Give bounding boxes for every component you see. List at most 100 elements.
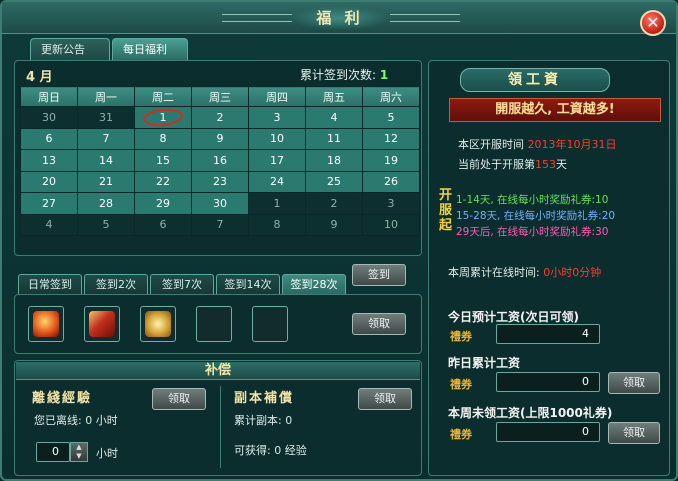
sign-in-button[interactable]: 签到 xyxy=(352,264,406,286)
calendar-day[interactable]: 6 xyxy=(20,127,78,150)
title-ornament-right xyxy=(390,14,460,22)
calendar-day[interactable]: 28 xyxy=(77,192,135,215)
reward-slot[interactable] xyxy=(196,306,232,342)
weekday-header: 周六 xyxy=(362,86,420,107)
calendar-day[interactable]: 8 xyxy=(248,213,306,236)
offline-claim-button[interactable]: 领取 xyxy=(152,388,206,410)
dungeon-exp-unit: 经验 xyxy=(284,444,307,457)
tab-daily-welfare[interactable]: 每日福利 xyxy=(112,38,188,60)
calendar-day[interactable]: 31 xyxy=(77,106,135,129)
calendar-day[interactable]: 13 xyxy=(20,149,78,172)
open-time-row: 本区开服时间 2013年10月31日 xyxy=(458,136,617,152)
calendar-day[interactable]: 1 xyxy=(248,192,306,215)
online-time-row: 本周累计在线时间: 0小时0分钟 xyxy=(448,264,601,280)
sign-tab-3[interactable]: 签到7次 xyxy=(150,274,214,294)
calendar-day[interactable]: 15 xyxy=(134,149,192,172)
calendar-day[interactable]: 24 xyxy=(248,170,306,193)
calendar-day-number: 27 xyxy=(42,196,56,210)
server-day-prefix: 当前处于开服第 xyxy=(458,158,535,171)
server-day-value: 153 xyxy=(535,158,556,171)
sign-tab-1[interactable]: 日常签到 xyxy=(18,274,82,294)
sign-tab-2[interactable]: 签到2次 xyxy=(84,274,148,294)
weekday-header: 周四 xyxy=(248,86,306,107)
calendar-day[interactable]: 21 xyxy=(77,170,135,193)
calendar-day[interactable]: 5 xyxy=(77,213,135,236)
stepper-down-icon[interactable]: ▼ xyxy=(71,452,87,461)
calendar-day-number: 10 xyxy=(384,218,398,232)
reward-slot[interactable] xyxy=(84,306,120,342)
calendar-day[interactable]: 2 xyxy=(305,192,363,215)
calendar-day[interactable]: 6 xyxy=(134,213,192,236)
calendar-day[interactable]: 8 xyxy=(134,127,192,150)
week-claim-button[interactable]: 领取 xyxy=(608,422,660,444)
yesterday-claim-button[interactable]: 领取 xyxy=(608,372,660,394)
server-day-row: 当前处于开服第153天 xyxy=(458,156,567,172)
calendar-day[interactable]: 30 xyxy=(191,192,249,215)
calendar-day[interactable]: 3 xyxy=(248,106,306,129)
dungeon-exp-label: 可获得: xyxy=(234,444,271,457)
calendar-day-number: 29 xyxy=(156,196,170,210)
weekday-header: 周一 xyxy=(77,86,135,107)
dungeon-exp-row: 可获得: 0 经验 xyxy=(234,442,307,458)
dungeon-comp-title: 副本補償 xyxy=(234,391,295,406)
wage-slogan: 開服越久, 工資越多! xyxy=(449,98,661,122)
calendar-day[interactable]: 7 xyxy=(191,213,249,236)
calendar-week-row: 20 21 22 23 24 25 26 xyxy=(20,170,420,193)
yesterday-wage-unit: 禮券 xyxy=(450,378,472,391)
calendar-day[interactable]: 27 xyxy=(20,192,78,215)
calendar-day[interactable]: 7 xyxy=(77,127,135,150)
calendar-day[interactable]: 23 xyxy=(191,170,249,193)
calendar-day[interactable]: 4 xyxy=(305,106,363,129)
calendar-day-number: 12 xyxy=(384,132,398,146)
calendar-day[interactable]: 9 xyxy=(191,127,249,150)
dungeon-count-row: 累计副本: 0 xyxy=(234,412,292,428)
sign-tab-4[interactable]: 签到14次 xyxy=(216,274,280,294)
calendar-day[interactable]: 10 xyxy=(362,213,420,236)
calendar-day[interactable]: 14 xyxy=(77,149,135,172)
calendar-day[interactable]: 11 xyxy=(305,127,363,150)
calendar-day-today[interactable]: 1 xyxy=(134,106,192,129)
calendar-day[interactable]: 12 xyxy=(362,127,420,150)
weekday-header: 周三 xyxy=(191,86,249,107)
calendar-day[interactable]: 26 xyxy=(362,170,420,193)
calendar-day[interactable]: 4 xyxy=(20,213,78,236)
claim-reward-button[interactable]: 领取 xyxy=(352,313,406,335)
reward-slot[interactable] xyxy=(140,306,176,342)
calendar-day[interactable]: 18 xyxy=(305,149,363,172)
weekday-header-row: 周日 周一 周二 周三 周四 周五 周六 xyxy=(20,86,420,107)
week-wage-value: 0 xyxy=(496,422,600,442)
calendar-day[interactable]: 2 xyxy=(191,106,249,129)
sign-count-value: 1 xyxy=(379,68,389,82)
side-char: 开 xyxy=(439,188,453,203)
calendar-day[interactable]: 20 xyxy=(20,170,78,193)
hours-stepper[interactable]: ▲ ▼ xyxy=(70,442,88,462)
stepper-up-icon[interactable]: ▲ xyxy=(71,443,87,452)
calendar-day[interactable]: 30 xyxy=(20,106,78,129)
sign-tab-5[interactable]: 签到28次 xyxy=(282,274,346,294)
calendar-day-number: 30 xyxy=(42,110,56,124)
calendar-day[interactable]: 16 xyxy=(191,149,249,172)
calendar-day[interactable]: 5 xyxy=(362,106,420,129)
calendar-day[interactable]: 22 xyxy=(134,170,192,193)
calendar-day[interactable]: 3 xyxy=(362,192,420,215)
close-button[interactable]: ✕ xyxy=(640,10,666,36)
calendar-day[interactable]: 25 xyxy=(305,170,363,193)
wage-tier-1: 1-14天, 在线每小时奖励礼券:10 xyxy=(456,194,609,206)
reward-slot[interactable] xyxy=(252,306,288,342)
tab-update-notice[interactable]: 更新公告 xyxy=(30,38,110,60)
offline-exp-title: 離綫經驗 xyxy=(32,391,93,406)
calendar-day[interactable]: 10 xyxy=(248,127,306,150)
hours-unit: 小时 xyxy=(96,447,118,460)
calendar-day-number: 2 xyxy=(216,110,224,124)
hours-input[interactable]: 0 xyxy=(36,442,70,462)
calendar-day[interactable]: 17 xyxy=(248,149,306,172)
weekday-header: 周二 xyxy=(134,86,192,107)
dungeon-exp-value: 0 xyxy=(274,444,282,457)
reward-slot[interactable] xyxy=(28,306,64,342)
calendar-day-number: 20 xyxy=(42,175,56,189)
calendar-day[interactable]: 29 xyxy=(134,192,192,215)
dungeon-claim-button[interactable]: 领取 xyxy=(358,388,412,410)
calendar-day[interactable]: 19 xyxy=(362,149,420,172)
calendar-day-number: 30 xyxy=(213,196,227,210)
calendar-day[interactable]: 9 xyxy=(305,213,363,236)
